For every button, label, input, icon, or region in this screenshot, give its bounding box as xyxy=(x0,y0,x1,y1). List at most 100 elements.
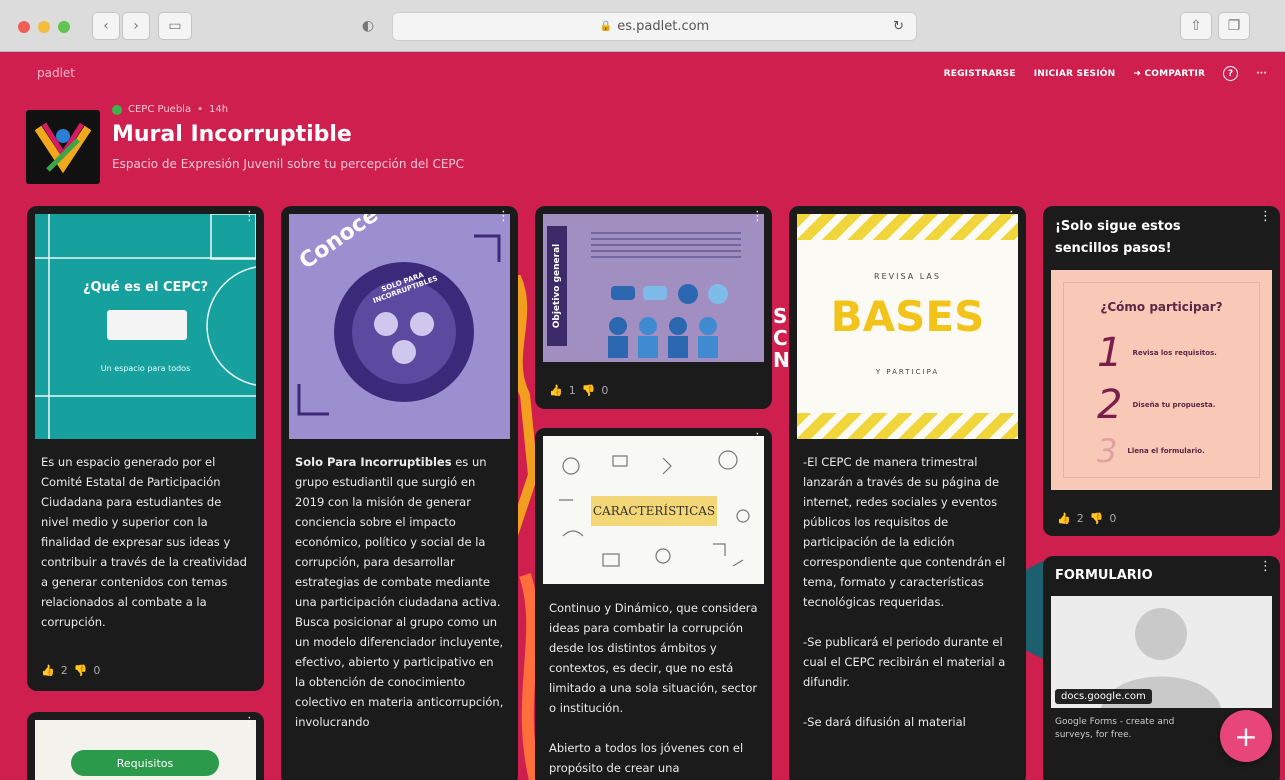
post-caracteristicas[interactable]: CARACTERÍSTICAS ⋮ Continuo y Dinámico, q… xyxy=(535,428,772,780)
padlet-topbar: padlet REGISTRARSE INICIAR SESIÓN ➜ COMP… xyxy=(0,52,1285,92)
forward-button[interactable]: › xyxy=(122,12,150,40)
step-3-number: 3 xyxy=(1097,432,1118,470)
post-menu-icon[interactable]: ⋮ xyxy=(751,432,764,445)
post-caracteristicas-p2: Abierto a todos los jóvenes con el propó… xyxy=(549,741,744,775)
post-time: 14h xyxy=(209,104,229,115)
requisitos-button: Requisitos xyxy=(71,750,219,776)
privacy-button[interactable]: ◐ xyxy=(352,12,384,40)
like-count: 2 xyxy=(60,664,68,677)
chevron-left-icon: ‹ xyxy=(103,18,109,34)
post-requisitos-image[interactable]: Requisitos xyxy=(35,720,256,780)
close-window-button[interactable] xyxy=(18,21,30,33)
maximize-window-button[interactable] xyxy=(58,21,70,33)
thumbs-down-icon[interactable]: 👎 xyxy=(1090,512,1104,525)
board-logo xyxy=(26,110,100,184)
post-bases-image-top: REVISA LAS xyxy=(874,272,941,281)
post-conoce-body: es un grupo estudiantil que surgió en 20… xyxy=(295,455,504,729)
more-button[interactable]: ··· xyxy=(1256,69,1267,79)
tabs-button[interactable]: ❐ xyxy=(1218,12,1250,40)
sidebar-icon: ▭ xyxy=(168,18,182,34)
share-label: COMPARTIR xyxy=(1144,68,1206,79)
arrow-right-icon: ➜ xyxy=(1133,68,1145,79)
post-pasos-image[interactable]: ¿Cómo participar? 1 Revisa los requisito… xyxy=(1051,270,1272,490)
step-1: 1 Revisa los requisitos. xyxy=(1097,330,1217,376)
help-button[interactable]: ? xyxy=(1223,66,1239,81)
tabs-icon: ❐ xyxy=(1227,18,1241,34)
post-cepc-image-title: ¿Qué es el CEPC? xyxy=(82,280,209,295)
like-count: 1 xyxy=(568,384,576,397)
share-browser-button[interactable]: ⇧ xyxy=(1180,12,1212,40)
post-menu-icon[interactable]: ⋮ xyxy=(243,210,256,223)
post-caracteristicas-image[interactable]: CARACTERÍSTICAS xyxy=(543,436,764,584)
dislike-count: 0 xyxy=(93,664,101,677)
back-button[interactable]: ‹ xyxy=(92,12,120,40)
dislike-count: 0 xyxy=(601,384,609,397)
thumbs-up-icon[interactable]: 👍 xyxy=(1057,512,1071,525)
browser-toolbar: ‹ › ▭ ◐ 🔒 es.padlet.com ↻ ⇧ ❐ xyxy=(0,0,1285,52)
post-pasos-image-title: ¿Cómo participar? xyxy=(1100,300,1223,314)
board-author: CEPC Puebla • 14h xyxy=(112,104,228,115)
post-caracteristicas-p1: Continuo y Dinámico, que considera ideas… xyxy=(549,601,758,715)
share-link[interactable]: ➜ COMPARTIR xyxy=(1133,69,1205,79)
background-shape xyxy=(1025,560,1045,660)
post-cepc[interactable]: ¿Qué es el CEPC? Un espacio para todos ⋮… xyxy=(27,206,264,691)
post-caracteristicas-image-title: CARACTERÍSTICAS xyxy=(591,496,717,526)
minimize-window-button[interactable] xyxy=(38,21,50,33)
post-bases-p3: -Se dará difusión al material xyxy=(803,715,966,729)
post-menu-icon[interactable]: ⋮ xyxy=(1259,560,1272,573)
post-bases-image-bottom: Y PARTICIPA xyxy=(875,368,940,376)
post-bases[interactable]: REVISA LAS BASES Y PARTICIPA ⋮ -El CEPC … xyxy=(789,206,1026,780)
reload-icon[interactable]: ↻ xyxy=(893,19,904,34)
like-count: 2 xyxy=(1076,512,1084,525)
post-menu-icon[interactable]: ⋮ xyxy=(751,210,764,223)
stripe-top xyxy=(797,214,1018,240)
thumbs-up-icon[interactable]: 👍 xyxy=(41,664,55,677)
step-2: 2 Diseña tu propuesta. xyxy=(1097,382,1215,428)
post-conoce-image[interactable]: Conoce a SOLO PARA INCORRUPTIBLES xyxy=(289,214,510,439)
step-3-label: Llena el formulario. xyxy=(1127,447,1205,455)
padlet-logo[interactable]: padlet xyxy=(37,66,75,80)
post-cepc-image[interactable]: ¿Qué es el CEPC? Un espacio para todos xyxy=(35,214,256,439)
thumbs-up-icon[interactable]: 👍 xyxy=(549,384,563,397)
post-conoce-text: Solo Para Incorruptibles es un grupo est… xyxy=(281,442,518,742)
post-pasos-title: ¡Solo sigue estos sencillos pasos! xyxy=(1055,219,1181,256)
post-menu-icon[interactable]: ⋮ xyxy=(1259,210,1272,223)
thumbs-down-icon[interactable]: 👎 xyxy=(74,664,88,677)
page-subtitle: Espacio de Expresión Juvenil sobre tu pe… xyxy=(112,157,465,171)
thumbs-down-icon[interactable]: 👎 xyxy=(582,384,596,397)
register-link[interactable]: REGISTRARSE xyxy=(944,69,1016,79)
post-cepc-reactions: 👍 2 👎 0 xyxy=(41,664,100,677)
post-formulario-image[interactable]: docs.google.com xyxy=(1051,596,1272,708)
page-title: Mural Incorruptible xyxy=(112,122,352,147)
post-requisitos[interactable]: Requisitos ⋮ xyxy=(27,712,264,780)
background-letters: SCN xyxy=(773,304,790,372)
add-post-button[interactable]: + xyxy=(1220,710,1272,762)
step-2-label: Diseña tu propuesta. xyxy=(1132,401,1216,409)
login-link[interactable]: INICIAR SESIÓN xyxy=(1034,69,1116,79)
post-menu-icon[interactable]: ⋮ xyxy=(497,210,510,223)
address-bar[interactable]: 🔒 es.padlet.com ↻ xyxy=(392,12,917,41)
post-menu-icon[interactable]: ⋮ xyxy=(1005,210,1018,223)
stripe-bottom xyxy=(797,413,1018,439)
post-pasos[interactable]: ¡Solo sigue estos sencillos pasos! ⋮ ¿Có… xyxy=(1043,206,1280,536)
post-bases-text: -El CEPC de manera trimestral lanzarán a… xyxy=(789,442,1026,742)
step-1-label: Revisa los requisitos. xyxy=(1132,349,1217,357)
post-objetivo[interactable]: Objetivo general ⋮ 👍 1 👎 0 xyxy=(535,206,772,409)
post-menu-icon[interactable]: ⋮ xyxy=(243,716,256,729)
post-caracteristicas-text: Continuo y Dinámico, que considera ideas… xyxy=(535,588,772,780)
author-name[interactable]: CEPC Puebla xyxy=(128,104,191,115)
lock-icon: 🔒 xyxy=(599,21,613,32)
post-bases-image-main: BASES xyxy=(830,292,985,341)
help-icon: ? xyxy=(1227,68,1234,79)
sidebar-button[interactable]: ▭ xyxy=(158,12,192,40)
link-domain: docs.google.com xyxy=(1055,689,1152,704)
post-conoce-bold: Solo Para Incorruptibles xyxy=(295,455,452,469)
dislike-count: 0 xyxy=(1109,512,1117,525)
top-actions: REGISTRARSE INICIAR SESIÓN ➜ COMPARTIR ?… xyxy=(944,66,1267,81)
post-bases-image[interactable]: REVISA LAS BASES Y PARTICIPA xyxy=(797,214,1018,439)
step-1-number: 1 xyxy=(1097,330,1123,376)
post-formulario-desc: Google Forms - create and surveys, for f… xyxy=(1055,717,1175,740)
post-conoce[interactable]: Conoce a SOLO PARA INCORRUPTIBLES ⋮ Solo… xyxy=(281,206,518,780)
share-icon: ⇧ xyxy=(1190,18,1202,34)
post-objetivo-image[interactable]: Objetivo general xyxy=(543,214,764,362)
